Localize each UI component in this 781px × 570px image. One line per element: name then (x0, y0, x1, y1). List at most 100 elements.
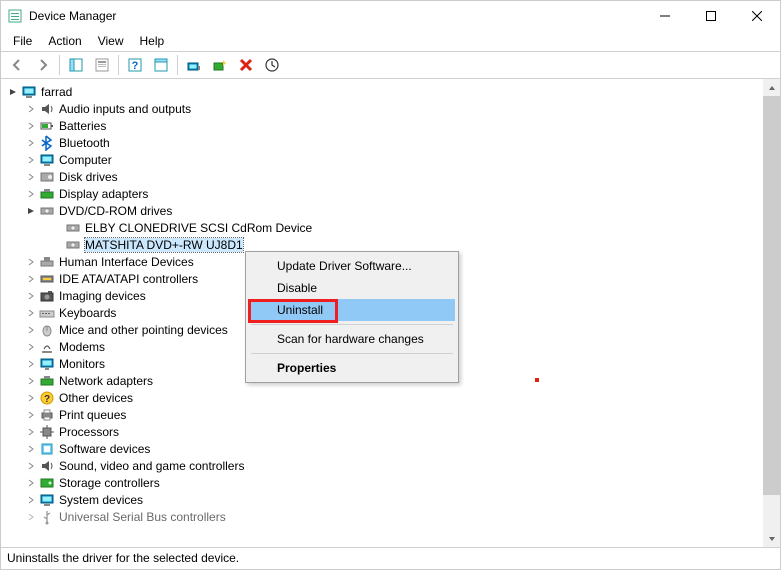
expand-icon[interactable] (25, 494, 37, 506)
expand-icon[interactable] (25, 358, 37, 370)
context-menu-separator (251, 353, 453, 354)
uninstall-toolbar-button[interactable] (234, 53, 258, 77)
battery-icon (39, 118, 55, 134)
tree-label: Human Interface Devices (59, 255, 194, 269)
context-menu-update-driver[interactable]: Update Driver Software... (249, 255, 455, 277)
tree-item-other[interactable]: ? Other devices (1, 389, 780, 406)
tree-item-system[interactable]: System devices (1, 491, 780, 508)
maximize-button[interactable] (688, 1, 734, 31)
back-button[interactable] (5, 53, 29, 77)
tree-label: System devices (59, 493, 143, 507)
menu-action[interactable]: Action (40, 32, 89, 50)
system-icon (39, 492, 55, 508)
expand-icon[interactable] (25, 154, 37, 166)
tree-label: Bluetooth (59, 136, 110, 150)
properties-button[interactable] (90, 53, 114, 77)
tree-item-usb[interactable]: Universal Serial Bus controllers (1, 508, 780, 525)
scroll-down-button[interactable] (763, 530, 780, 547)
minimize-button[interactable] (642, 1, 688, 31)
vertical-scrollbar[interactable] (763, 79, 780, 547)
add-legacy-button[interactable] (208, 53, 232, 77)
tree-item-processors[interactable]: Processors (1, 423, 780, 440)
tree-root[interactable]: farrad (1, 83, 780, 100)
collapse-icon[interactable] (7, 86, 19, 98)
speaker-icon (39, 458, 55, 474)
monitor-icon (39, 356, 55, 372)
expand-icon[interactable] (25, 307, 37, 319)
expand-icon[interactable] (25, 460, 37, 472)
tree-item-computer[interactable]: Computer (1, 151, 780, 168)
scroll-thumb[interactable] (763, 96, 780, 495)
tree-label: Sound, video and game controllers (59, 459, 244, 473)
menu-help[interactable]: Help (132, 32, 173, 50)
dvd-icon (39, 203, 55, 219)
expand-icon[interactable] (25, 409, 37, 421)
expand-icon[interactable] (25, 477, 37, 489)
tree-item-storage[interactable]: Storage controllers (1, 474, 780, 491)
tree-item-software[interactable]: Software devices (1, 440, 780, 457)
tree-child-elby[interactable]: ELBY CLONEDRIVE SCSI CdRom Device (1, 219, 780, 236)
computer-icon (21, 84, 37, 100)
expand-icon[interactable] (25, 375, 37, 387)
context-menu-scan-hardware[interactable]: Scan for hardware changes (249, 328, 455, 350)
scroll-up-button[interactable] (763, 79, 780, 96)
context-menu-properties[interactable]: Properties (249, 357, 455, 379)
collapse-icon[interactable] (25, 205, 37, 217)
expand-icon[interactable] (25, 120, 37, 132)
tree-item-bluetooth[interactable]: Bluetooth (1, 134, 780, 151)
cpu-icon (39, 424, 55, 440)
tree-root-label: farrad (41, 85, 72, 99)
tree-label: Storage controllers (59, 476, 160, 490)
expand-icon[interactable] (25, 273, 37, 285)
unknown-icon: ? (39, 390, 55, 406)
help-button[interactable]: ? (123, 53, 147, 77)
tree-item-disk-drives[interactable]: Disk drives (1, 168, 780, 185)
expand-icon[interactable] (25, 256, 37, 268)
action-toolbar-button[interactable] (149, 53, 173, 77)
expand-icon[interactable] (25, 426, 37, 438)
expand-icon[interactable] (25, 392, 37, 404)
show-hide-console-tree-button[interactable] (64, 53, 88, 77)
tree-label: Software devices (59, 442, 150, 456)
expand-icon[interactable] (25, 137, 37, 149)
menu-view[interactable]: View (90, 32, 132, 50)
expand-icon[interactable] (25, 188, 37, 200)
network-icon (39, 373, 55, 389)
update-driver-toolbar-button[interactable] (260, 53, 284, 77)
context-menu-uninstall[interactable]: Uninstall (249, 299, 455, 321)
expand-icon[interactable] (25, 290, 37, 302)
decorative-dot (535, 378, 539, 382)
tree-label: Print queues (59, 408, 126, 422)
tree-item-sound[interactable]: Sound, video and game controllers (1, 457, 780, 474)
context-menu-disable[interactable]: Disable (249, 277, 455, 299)
close-button[interactable] (734, 1, 780, 31)
menu-file[interactable]: File (5, 32, 40, 50)
expand-icon[interactable] (25, 171, 37, 183)
app-icon (7, 8, 23, 24)
context-menu: Update Driver Software... Disable Uninst… (245, 251, 459, 383)
scan-hardware-button[interactable] (182, 53, 206, 77)
scroll-track[interactable] (763, 96, 780, 530)
expand-icon[interactable] (25, 103, 37, 115)
tree-item-print[interactable]: Print queues (1, 406, 780, 423)
expand-icon[interactable] (25, 324, 37, 336)
expand-icon[interactable] (25, 511, 37, 523)
dvd-icon (65, 237, 81, 253)
menu-bar: File Action View Help (1, 31, 780, 51)
svg-text:?: ? (44, 394, 50, 405)
tree-item-dvd[interactable]: DVD/CD-ROM drives (1, 202, 780, 219)
expand-icon[interactable] (25, 443, 37, 455)
tree-label: Imaging devices (59, 289, 146, 303)
tree-label: Monitors (59, 357, 105, 371)
tree-item-batteries[interactable]: Batteries (1, 117, 780, 134)
tree-item-display[interactable]: Display adapters (1, 185, 780, 202)
tree-label: Batteries (59, 119, 106, 133)
tree-item-audio[interactable]: Audio inputs and outputs (1, 100, 780, 117)
forward-button[interactable] (31, 53, 55, 77)
expand-icon[interactable] (25, 341, 37, 353)
tree-label: Audio inputs and outputs (59, 102, 191, 116)
tree-label: Universal Serial Bus controllers (59, 510, 226, 524)
usb-icon (39, 509, 55, 525)
toolbar-separator (177, 55, 178, 75)
context-menu-separator (251, 324, 453, 325)
